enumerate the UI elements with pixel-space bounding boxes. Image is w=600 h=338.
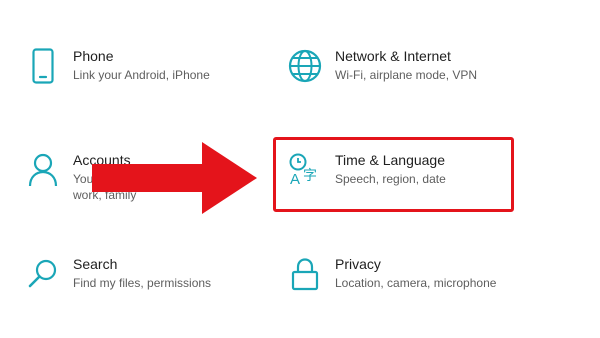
time-language-icon: A 字 — [287, 150, 323, 190]
tile-title: Phone — [73, 48, 114, 64]
svg-text:A: A — [290, 171, 300, 187]
tile-description: Find my files, permissions — [73, 276, 212, 290]
tile-title: Network & Internet — [335, 48, 451, 64]
tile-description: Speech, region, date — [335, 172, 446, 186]
search-icon — [25, 254, 61, 294]
tile-description: Your accounts, email, sync, work, family — [73, 172, 219, 202]
settings-tile-search[interactable]: Search Find my files, permissions — [25, 254, 211, 294]
lock-icon — [287, 254, 323, 294]
settings-tile-accounts[interactable]: Accounts Your accounts, email, sync, wor… — [25, 150, 243, 203]
phone-icon — [25, 46, 61, 86]
settings-tile-privacy[interactable]: Privacy Location, camera, microphone — [287, 254, 496, 294]
svg-text:字: 字 — [303, 168, 317, 184]
tile-description: Wi-Fi, airplane mode, VPN — [335, 68, 478, 82]
settings-tile-phone[interactable]: Phone Link your Android, iPhone — [25, 46, 210, 86]
tile-title: Privacy — [335, 256, 381, 272]
tile-title: Accounts — [73, 152, 131, 168]
settings-tile-network[interactable]: Network & Internet Wi-Fi, airplane mode,… — [287, 46, 477, 86]
tile-title: Time & Language — [335, 152, 445, 168]
settings-tile-time-language[interactable]: A 字 Time & Language Speech, region, date — [287, 150, 446, 190]
person-icon — [25, 150, 61, 190]
tile-description: Link your Android, iPhone — [73, 68, 210, 82]
tile-description: Location, camera, microphone — [335, 276, 497, 290]
tile-title: Search — [73, 256, 118, 272]
globe-icon — [287, 46, 323, 86]
